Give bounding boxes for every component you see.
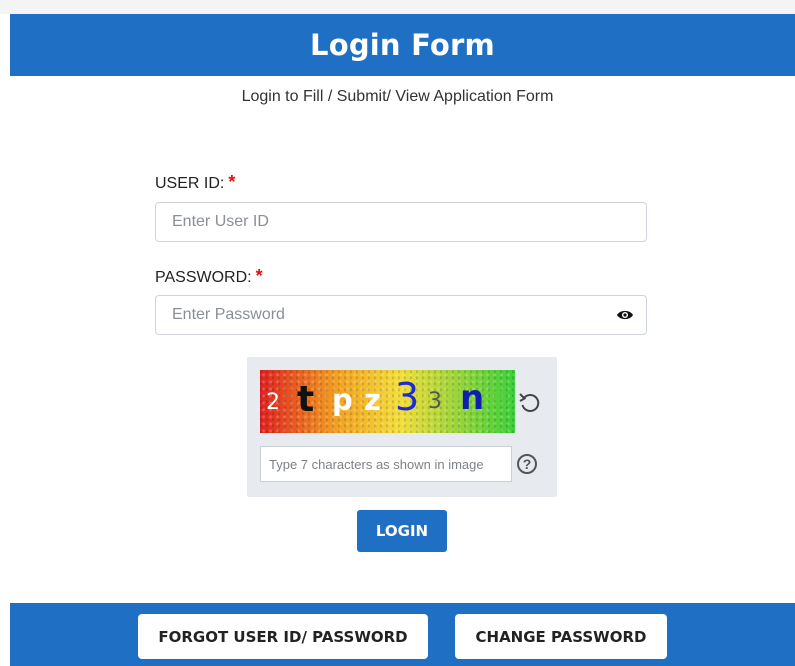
subtitle: Login to Fill / Submit/ View Application…: [241, 88, 554, 105]
eye-icon[interactable]: [616, 308, 634, 322]
captcha-char: 3: [395, 375, 420, 419]
captcha-input[interactable]: [261, 447, 511, 481]
required-asterisk: *: [255, 266, 263, 286]
password-label: PASSWORD: *: [155, 266, 263, 287]
captcha-image: 2 t p z 3 3 n: [260, 370, 515, 433]
captcha-char: p: [332, 383, 353, 417]
top-strip: [0, 0, 795, 14]
password-label-text: PASSWORD:: [155, 269, 252, 286]
password-input[interactable]: [156, 296, 646, 334]
captcha-char: 2: [266, 390, 280, 415]
login-header: Login Form: [10, 14, 795, 76]
password-field[interactable]: [155, 295, 647, 335]
user-id-label: USER ID: *: [155, 172, 235, 193]
captcha-char: z: [364, 383, 381, 417]
captcha-char: n: [460, 378, 485, 418]
captcha-panel: 2 t p z 3 3 n ?: [247, 357, 557, 497]
login-button[interactable]: LOGIN: [357, 510, 447, 552]
footer-bar: FORGOT USER ID/ PASSWORD CHANGE PASSWORD: [10, 603, 795, 666]
captcha-char: 3: [428, 389, 442, 414]
required-asterisk: *: [228, 172, 236, 192]
page-title: Login Form: [310, 28, 495, 62]
forgot-credentials-button[interactable]: FORGOT USER ID/ PASSWORD: [138, 614, 428, 659]
user-id-input[interactable]: [156, 203, 646, 241]
change-password-button[interactable]: CHANGE PASSWORD: [455, 614, 667, 659]
user-id-field[interactable]: [155, 202, 647, 242]
refresh-icon[interactable]: [517, 389, 543, 415]
captcha-char: t: [297, 379, 315, 420]
user-id-label-text: USER ID:: [155, 175, 225, 192]
captcha-field[interactable]: [260, 446, 512, 482]
help-icon[interactable]: ?: [517, 454, 537, 474]
